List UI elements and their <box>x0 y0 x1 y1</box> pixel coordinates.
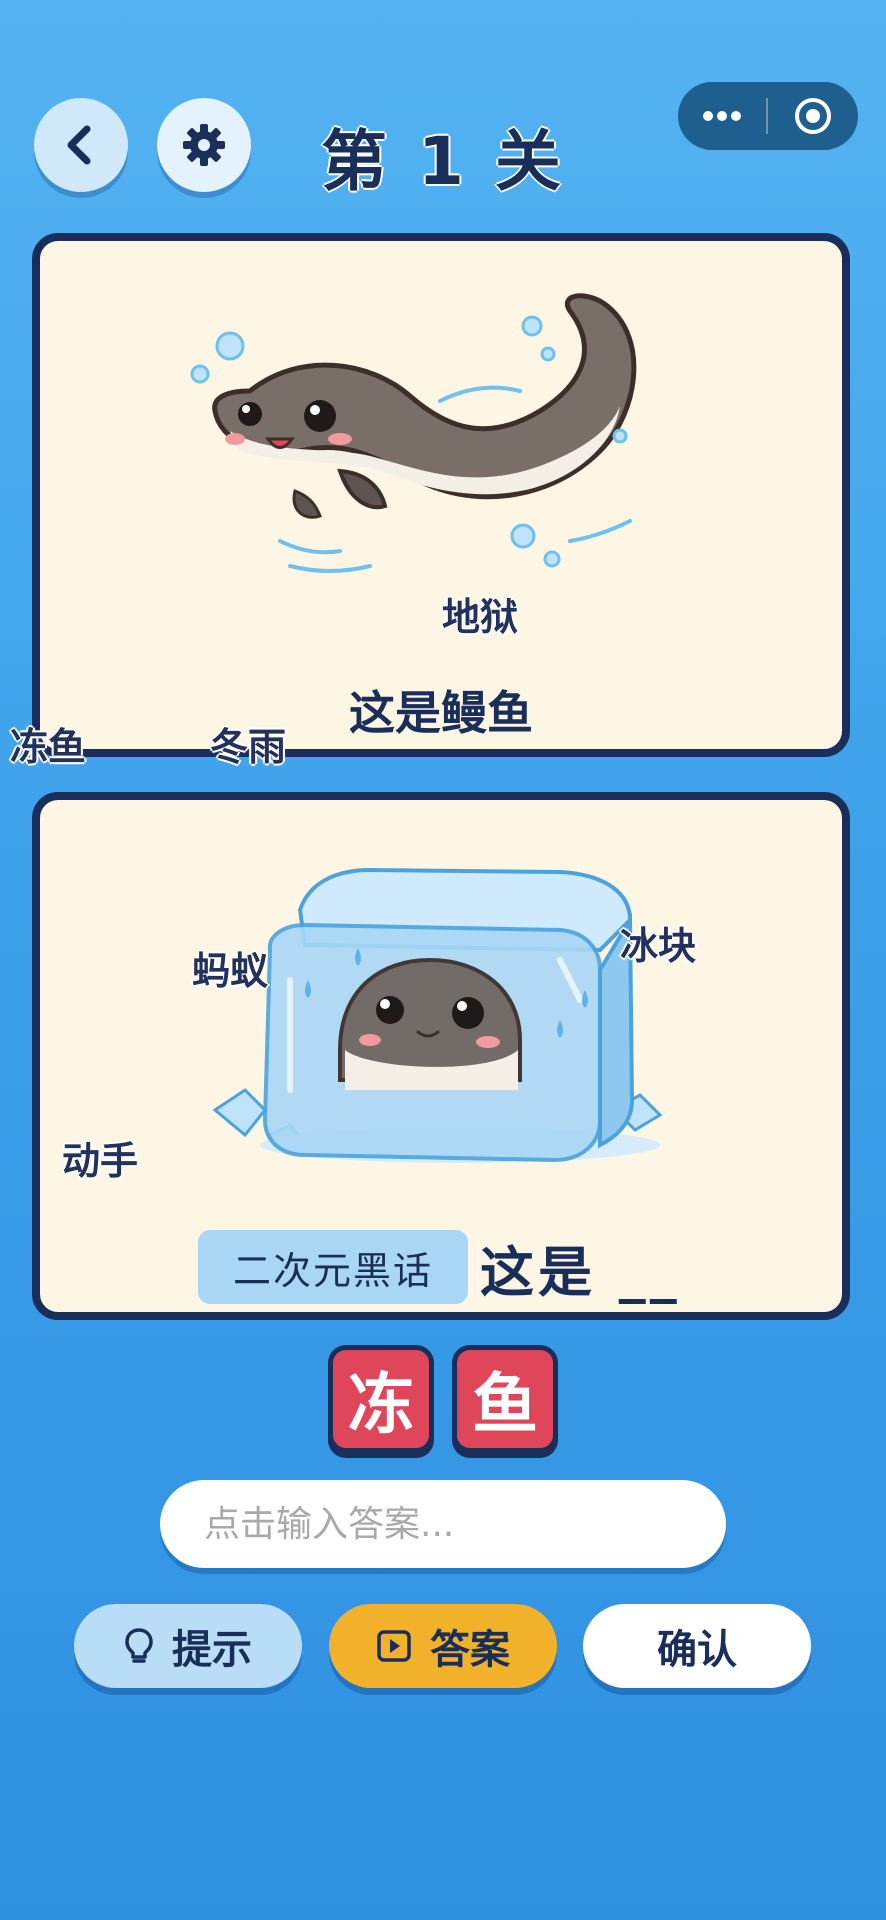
answer-tile[interactable]: 冻 <box>328 1345 434 1453</box>
category-tag: 二次元黑话 <box>198 1230 468 1304</box>
floating-word[interactable]: 蚂蚁 <box>192 940 268 995</box>
panel-2-caption: 这是 __ <box>480 1241 681 1304</box>
hint-button-label: 提示 <box>172 1627 252 1673</box>
answer-tile[interactable]: 鱼 <box>452 1345 558 1453</box>
eel-illustration <box>190 293 637 573</box>
picture-panel-1: 地狱 这是鳗鱼 <box>32 233 850 757</box>
floating-word[interactable]: 冰块 <box>620 915 696 970</box>
mini-program-capsule <box>678 82 858 150</box>
floating-word[interactable]: 地狱 <box>442 586 518 641</box>
lightbulb-icon <box>125 1628 153 1663</box>
answer-button-label: 答案 <box>430 1627 510 1673</box>
video-play-icon <box>377 1630 411 1662</box>
answer-button[interactable]: 答案 <box>329 1604 557 1688</box>
more-dots-icon <box>703 111 741 121</box>
panel-1-caption: 这是鳗鱼 <box>349 686 533 740</box>
floating-word[interactable]: 冬雨 <box>210 716 286 771</box>
capsule-more-button[interactable] <box>678 82 766 150</box>
target-circle-icon <box>795 98 831 134</box>
answer-tiles: 冻 鱼 <box>0 1345 886 1453</box>
capsule-close-button[interactable] <box>768 82 858 150</box>
floating-word[interactable]: 冻鱼 <box>10 716 86 771</box>
picture-panel-2: 蚂蚁 冰块 动手 二次元黑话 这是 __ <box>32 792 850 1320</box>
hint-button[interactable]: 提示 <box>74 1604 302 1688</box>
confirm-button[interactable]: 确认 <box>583 1604 811 1688</box>
floating-word[interactable]: 动手 <box>62 1130 138 1185</box>
answer-input[interactable] <box>160 1480 726 1568</box>
confirm-button-label: 确认 <box>657 1627 737 1673</box>
